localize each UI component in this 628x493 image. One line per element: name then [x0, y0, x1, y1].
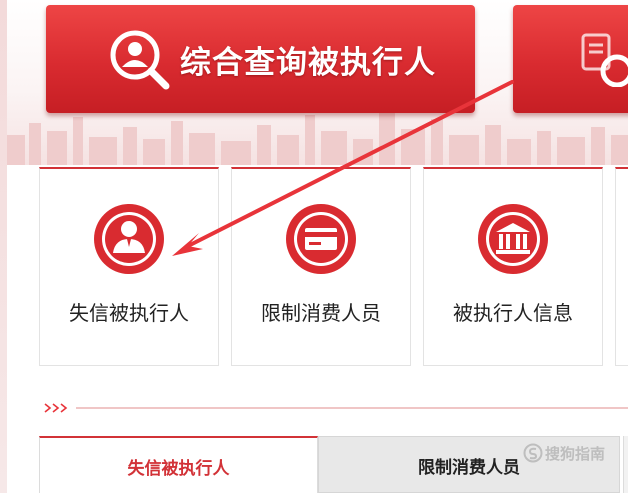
card-executed-persons-info[interactable]: 被执行人信息 [423, 167, 603, 366]
watermark-text: 搜狗指南 [545, 444, 606, 463]
card-label: 被执行人信息 [453, 301, 573, 325]
card-partial[interactable] [615, 167, 628, 366]
banner: 综合查询被执行人 [7, 0, 628, 165]
card-dishonest-persons[interactable]: 失信被执行人 [39, 167, 219, 366]
section-divider [44, 403, 628, 413]
watermark-logo-icon [523, 443, 543, 463]
person-icon [91, 201, 167, 277]
document-search-button[interactable] [513, 5, 628, 113]
card-label: 限制消费人员 [261, 301, 381, 325]
courthouse-icon [475, 201, 551, 277]
card-restricted-consumers[interactable]: 限制消费人员 [231, 167, 411, 366]
comprehensive-search-button[interactable]: 综合查询被执行人 [46, 5, 475, 113]
tab-dishonest-persons[interactable]: 失信被执行人 [39, 436, 318, 493]
city-skyline-graphic [7, 111, 628, 165]
card-label: 失信被执行人 [69, 301, 189, 325]
search-person-icon [106, 26, 172, 92]
left-edge [0, 0, 7, 493]
watermark: 搜狗指南 [523, 436, 605, 470]
tab-edge [623, 436, 628, 493]
comprehensive-search-label: 综合查询被执行人 [180, 44, 436, 81]
document-search-icon [579, 31, 628, 88]
card-icon [283, 201, 359, 277]
